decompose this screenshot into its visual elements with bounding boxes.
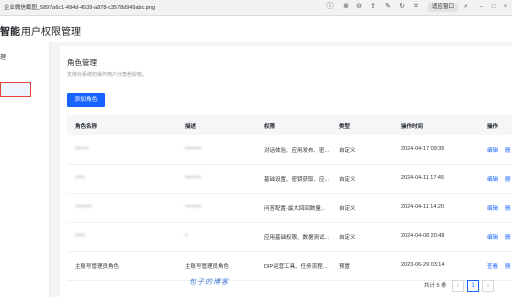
role-type: 预置 xyxy=(339,264,351,270)
pagination-total: 共计 5 条 xyxy=(424,283,447,289)
delete-link[interactable]: 删 xyxy=(505,204,511,212)
col-description: 描述 xyxy=(185,124,197,130)
role-time: 2024-04-11 14:20 xyxy=(401,204,445,210)
role-name: ━━━━━ xyxy=(75,204,92,210)
col-role-name: 角色名称 xyxy=(75,124,98,130)
sidebar: 理 xyxy=(0,42,50,297)
info-icon[interactable]: ⓘ xyxy=(326,3,334,11)
edit-link[interactable]: 编辑 xyxy=(487,175,498,183)
fit-window-button[interactable]: 适应窗口 xyxy=(428,3,459,12)
role-perm: DIP运营工具、任务流程... xyxy=(264,264,328,270)
delete-link[interactable]: 删 xyxy=(505,262,511,270)
edit-link[interactable]: 编辑 xyxy=(487,233,498,241)
watermark: 包子的博客 xyxy=(189,279,229,286)
role-time: 2024-04-08 20:48 xyxy=(401,233,445,239)
rotate-icon[interactable]: ↻ xyxy=(398,3,406,11)
close-icon[interactable]: × xyxy=(502,4,509,11)
delete-link[interactable]: 删 xyxy=(505,175,511,183)
role-desc: ━━━━━ xyxy=(185,146,202,152)
delete-link[interactable]: 删 xyxy=(505,233,511,241)
role-type: 自定义 xyxy=(339,206,356,212)
table-row: ━━━━━ ━━━━━ 问答配置-最大回回数量... 自定义 2024-04-1… xyxy=(67,193,512,223)
role-card: 角色管理 支持对系统的操作用户分角色授权。 添加角色 角色名称 描述 权限 类型… xyxy=(60,46,512,297)
col-time: 操作时间 xyxy=(401,124,424,130)
role-type: 自定义 xyxy=(339,235,356,241)
col-actions: 操作 xyxy=(487,124,499,130)
role-time: 2023-06-29 03:14 xyxy=(401,262,445,268)
page-description: 支持对系统的操作用户分角色授权。 xyxy=(67,72,148,78)
next-page-button[interactable]: › xyxy=(482,280,494,292)
role-type: 自定义 xyxy=(339,177,356,183)
prev-page-button[interactable]: ‹ xyxy=(452,280,464,292)
page-title: 角色管理 xyxy=(67,58,97,67)
table-row: ━━━━ ━━━━━ 对话体验、应用发布、密... 自定义 2024-04-17… xyxy=(67,135,512,165)
edit-link[interactable]: 编辑 xyxy=(487,204,498,212)
table-row: ━━━ ━ 应用基础权限、数据测试... 自定义 2024-04-08 20:4… xyxy=(67,222,512,252)
table-row: 主账号管理员角色 主账号管理员角色 DIP运营工具、任务流程... 预置 202… xyxy=(67,251,512,281)
role-name: ━━━━ xyxy=(75,146,89,152)
role-desc: ━━━━━ xyxy=(185,204,202,210)
search-icon[interactable]: ⌕ xyxy=(462,3,470,11)
app-header: 智能 用户权限管理 xyxy=(0,16,512,43)
sidebar-item-role-management[interactable]: 理 xyxy=(0,52,6,61)
role-name: ━━━ xyxy=(75,233,85,239)
zoom-in-icon[interactable]: ⊕ xyxy=(342,3,350,11)
markup-icon[interactable]: ✎ xyxy=(384,3,392,11)
role-perm: 基础设置、密钥获取、应... xyxy=(264,177,330,183)
minimize-icon[interactable]: – xyxy=(478,4,485,11)
role-desc: ━ xyxy=(185,233,189,239)
zoom-out-icon[interactable]: ⊖ xyxy=(355,3,363,11)
role-desc: 主账号管理员角色 xyxy=(185,264,230,270)
sidebar-item-selected[interactable] xyxy=(0,82,31,97)
role-perm: 对话体验、应用发布、密... xyxy=(264,148,330,154)
role-time: 2024-04-17 09:35 xyxy=(401,146,445,152)
page-1-button[interactable]: 1 xyxy=(467,280,479,292)
role-name: ━━━ xyxy=(75,175,85,181)
table-row: ━━━ ━━━━━ 基础设置、密钥获取、应... 自定义 2024-04-11 … xyxy=(67,164,512,194)
role-desc: ━━━━━ xyxy=(185,175,202,181)
col-type: 类型 xyxy=(339,124,351,130)
app-title: 用户权限管理 xyxy=(21,27,81,38)
brand-logo-text: 智能 xyxy=(0,27,20,38)
role-perm: 应用基础权限、数据测试... xyxy=(264,235,330,241)
delete-link[interactable]: 删 xyxy=(505,146,511,154)
view-link[interactable]: 查看 xyxy=(487,262,498,270)
role-name: 主账号管理员角色 xyxy=(75,264,120,270)
add-role-button[interactable]: 添加角色 xyxy=(67,93,105,107)
role-perm: 问答配置-最大回回数量... xyxy=(264,206,326,212)
table-header: 角色名称 描述 权限 类型 操作时间 操作 xyxy=(67,115,512,135)
edit-link[interactable]: 编辑 xyxy=(487,146,498,154)
role-type: 自定义 xyxy=(339,148,356,154)
role-time: 2024-04-11 17:45 xyxy=(401,175,445,181)
window-titlebar: 企业微信截图_5897a6c1-494d-4539-a878-c3578d949… xyxy=(0,0,512,16)
share-icon[interactable]: ⇪ xyxy=(369,3,377,11)
main-content: 角色管理 支持对系统的操作用户分角色授权。 添加角色 角色名称 描述 权限 类型… xyxy=(50,42,512,297)
maximize-icon[interactable]: □ xyxy=(490,4,497,11)
crop-icon[interactable]: ⌗ xyxy=(412,3,420,11)
window-title: 企业微信截图_5897a6c1-494d-4539-a878-c3578d949… xyxy=(4,5,156,11)
col-permissions: 权限 xyxy=(264,124,276,130)
